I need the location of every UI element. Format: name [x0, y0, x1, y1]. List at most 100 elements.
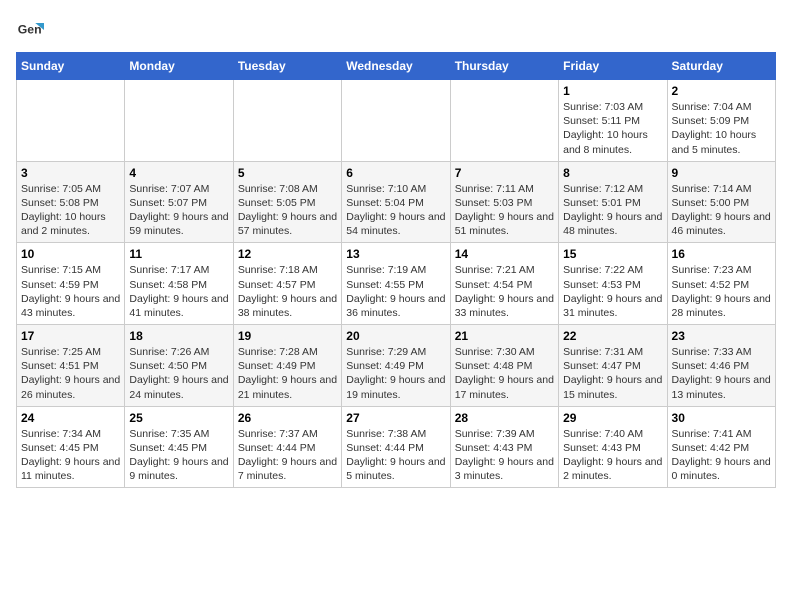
calendar-cell: 8 Sunrise: 7:12 AMSunset: 5:01 PMDaylight…: [559, 161, 667, 243]
day-info: Sunrise: 7:11 AMSunset: 5:03 PMDaylight:…: [455, 182, 554, 239]
day-number: 9: [672, 166, 771, 180]
calendar-cell: 11 Sunrise: 7:17 AMSunset: 4:58 PMDayligh…: [125, 243, 233, 325]
weekday-header: Tuesday: [233, 53, 341, 80]
calendar-week-row: 10 Sunrise: 7:15 AMSunset: 4:59 PMDayligh…: [17, 243, 776, 325]
calendar-cell: 29 Sunrise: 7:40 AMSunset: 4:43 PMDayligh…: [559, 406, 667, 488]
calendar-cell: 21 Sunrise: 7:30 AMSunset: 4:48 PMDayligh…: [450, 325, 558, 407]
day-info: Sunrise: 7:39 AMSunset: 4:43 PMDaylight:…: [455, 427, 554, 484]
day-number: 18: [129, 329, 228, 343]
day-number: 8: [563, 166, 662, 180]
calendar-cell: 4 Sunrise: 7:07 AMSunset: 5:07 PMDaylight…: [125, 161, 233, 243]
logo-icon: Gen: [16, 16, 44, 44]
calendar-cell: 18 Sunrise: 7:26 AMSunset: 4:50 PMDayligh…: [125, 325, 233, 407]
calendar-cell: 9Sunrise: 7:14 AMSunset: 5:00 PMDaylight…: [667, 161, 775, 243]
day-number: 16: [672, 247, 771, 261]
day-info: Sunrise: 7:08 AMSunset: 5:05 PMDaylight:…: [238, 182, 337, 239]
day-info: Sunrise: 7:07 AMSunset: 5:07 PMDaylight:…: [129, 182, 228, 239]
calendar-cell: 3 Sunrise: 7:05 AMSunset: 5:08 PMDaylight…: [17, 161, 125, 243]
calendar-cell: 28 Sunrise: 7:39 AMSunset: 4:43 PMDayligh…: [450, 406, 558, 488]
day-number: 30: [672, 411, 771, 425]
weekday-header: Saturday: [667, 53, 775, 80]
calendar-cell: 19 Sunrise: 7:28 AMSunset: 4:49 PMDayligh…: [233, 325, 341, 407]
day-info: Sunrise: 7:17 AMSunset: 4:58 PMDaylight:…: [129, 263, 228, 320]
day-number: 21: [455, 329, 554, 343]
day-number: 3: [21, 166, 120, 180]
day-info: Sunrise: 7:31 AMSunset: 4:47 PMDaylight:…: [563, 345, 662, 402]
day-info: Sunrise: 7:19 AMSunset: 4:55 PMDaylight:…: [346, 263, 445, 320]
day-info: Sunrise: 7:22 AMSunset: 4:53 PMDaylight:…: [563, 263, 662, 320]
calendar-cell: 30 Sunrise: 7:41 AMSunset: 4:42 PMDayligh…: [667, 406, 775, 488]
day-number: 20: [346, 329, 445, 343]
weekday-header: Wednesday: [342, 53, 450, 80]
day-number: 19: [238, 329, 337, 343]
day-number: 14: [455, 247, 554, 261]
day-info: Sunrise: 7:35 AMSunset: 4:45 PMDaylight:…: [129, 427, 228, 484]
calendar-cell: 13Sunrise: 7:19 AMSunset: 4:55 PMDayligh…: [342, 243, 450, 325]
calendar-cell: 2 Sunrise: 7:04 AMSunset: 5:09 PMDaylight…: [667, 80, 775, 162]
day-number: 11: [129, 247, 228, 261]
calendar-cell: 27 Sunrise: 7:38 AMSunset: 4:44 PMDayligh…: [342, 406, 450, 488]
day-info: Sunrise: 7:38 AMSunset: 4:44 PMDaylight:…: [346, 427, 445, 484]
day-number: 4: [129, 166, 228, 180]
calendar-cell: [342, 80, 450, 162]
day-info: Sunrise: 7:21 AMSunset: 4:54 PMDaylight:…: [455, 263, 554, 320]
calendar-cell: 1 Sunrise: 7:03 AMSunset: 5:11 PMDaylight…: [559, 80, 667, 162]
day-number: 27: [346, 411, 445, 425]
day-info: Sunrise: 7:04 AMSunset: 5:09 PMDaylight:…: [672, 100, 771, 157]
day-info: Sunrise: 7:28 AMSunset: 4:49 PMDaylight:…: [238, 345, 337, 402]
calendar-cell: 22 Sunrise: 7:31 AMSunset: 4:47 PMDayligh…: [559, 325, 667, 407]
day-number: 25: [129, 411, 228, 425]
calendar-cell: 7Sunrise: 7:11 AMSunset: 5:03 PMDaylight…: [450, 161, 558, 243]
calendar-cell: 23 Sunrise: 7:33 AMSunset: 4:46 PMDayligh…: [667, 325, 775, 407]
weekday-header: Thursday: [450, 53, 558, 80]
day-number: 5: [238, 166, 337, 180]
day-number: 28: [455, 411, 554, 425]
day-info: Sunrise: 7:05 AMSunset: 5:08 PMDaylight:…: [21, 182, 120, 239]
calendar-cell: 15 Sunrise: 7:22 AMSunset: 4:53 PMDayligh…: [559, 243, 667, 325]
calendar-cell: [17, 80, 125, 162]
day-number: 15: [563, 247, 662, 261]
calendar-week-row: 1 Sunrise: 7:03 AMSunset: 5:11 PMDaylight…: [17, 80, 776, 162]
day-number: 22: [563, 329, 662, 343]
day-info: Sunrise: 7:29 AMSunset: 4:49 PMDaylight:…: [346, 345, 445, 402]
day-info: Sunrise: 7:15 AMSunset: 4:59 PMDaylight:…: [21, 263, 120, 320]
day-info: Sunrise: 7:34 AMSunset: 4:45 PMDaylight:…: [21, 427, 120, 484]
calendar-cell: 20 Sunrise: 7:29 AMSunset: 4:49 PMDayligh…: [342, 325, 450, 407]
day-number: 17: [21, 329, 120, 343]
calendar-cell: 26 Sunrise: 7:37 AMSunset: 4:44 PMDayligh…: [233, 406, 341, 488]
calendar-header-row: SundayMondayTuesdayWednesdayThursdayFrid…: [17, 53, 776, 80]
day-info: Sunrise: 7:25 AMSunset: 4:51 PMDaylight:…: [21, 345, 120, 402]
calendar-cell: 16 Sunrise: 7:23 AMSunset: 4:52 PMDayligh…: [667, 243, 775, 325]
day-number: 1: [563, 84, 662, 98]
day-info: Sunrise: 7:30 AMSunset: 4:48 PMDaylight:…: [455, 345, 554, 402]
day-number: 26: [238, 411, 337, 425]
calendar-cell: [450, 80, 558, 162]
day-number: 24: [21, 411, 120, 425]
day-info: Sunrise: 7:03 AMSunset: 5:11 PMDaylight:…: [563, 100, 662, 157]
calendar-cell: 10 Sunrise: 7:15 AMSunset: 4:59 PMDayligh…: [17, 243, 125, 325]
day-info: Sunrise: 7:23 AMSunset: 4:52 PMDaylight:…: [672, 263, 771, 320]
weekday-header: Friday: [559, 53, 667, 80]
calendar-cell: 12Sunrise: 7:18 AMSunset: 4:57 PMDayligh…: [233, 243, 341, 325]
calendar-cell: 5 Sunrise: 7:08 AMSunset: 5:05 PMDaylight…: [233, 161, 341, 243]
day-info: Sunrise: 7:12 AMSunset: 5:01 PMDaylight:…: [563, 182, 662, 239]
calendar: SundayMondayTuesdayWednesdayThursdayFrid…: [16, 52, 776, 488]
day-info: Sunrise: 7:10 AMSunset: 5:04 PMDaylight:…: [346, 182, 445, 239]
day-info: Sunrise: 7:18 AMSunset: 4:57 PMDaylight:…: [238, 263, 337, 320]
day-info: Sunrise: 7:26 AMSunset: 4:50 PMDaylight:…: [129, 345, 228, 402]
day-number: 2: [672, 84, 771, 98]
calendar-cell: 24 Sunrise: 7:34 AMSunset: 4:45 PMDayligh…: [17, 406, 125, 488]
day-info: Sunrise: 7:37 AMSunset: 4:44 PMDaylight:…: [238, 427, 337, 484]
day-info: Sunrise: 7:40 AMSunset: 4:43 PMDaylight:…: [563, 427, 662, 484]
calendar-cell: [233, 80, 341, 162]
calendar-week-row: 17 Sunrise: 7:25 AMSunset: 4:51 PMDayligh…: [17, 325, 776, 407]
day-info: Sunrise: 7:41 AMSunset: 4:42 PMDaylight:…: [672, 427, 771, 484]
day-number: 10: [21, 247, 120, 261]
calendar-week-row: 3 Sunrise: 7:05 AMSunset: 5:08 PMDaylight…: [17, 161, 776, 243]
day-number: 29: [563, 411, 662, 425]
logo: Gen: [16, 16, 48, 44]
day-number: 23: [672, 329, 771, 343]
calendar-cell: [125, 80, 233, 162]
calendar-cell: 6Sunrise: 7:10 AMSunset: 5:04 PMDaylight…: [342, 161, 450, 243]
day-info: Sunrise: 7:33 AMSunset: 4:46 PMDaylight:…: [672, 345, 771, 402]
